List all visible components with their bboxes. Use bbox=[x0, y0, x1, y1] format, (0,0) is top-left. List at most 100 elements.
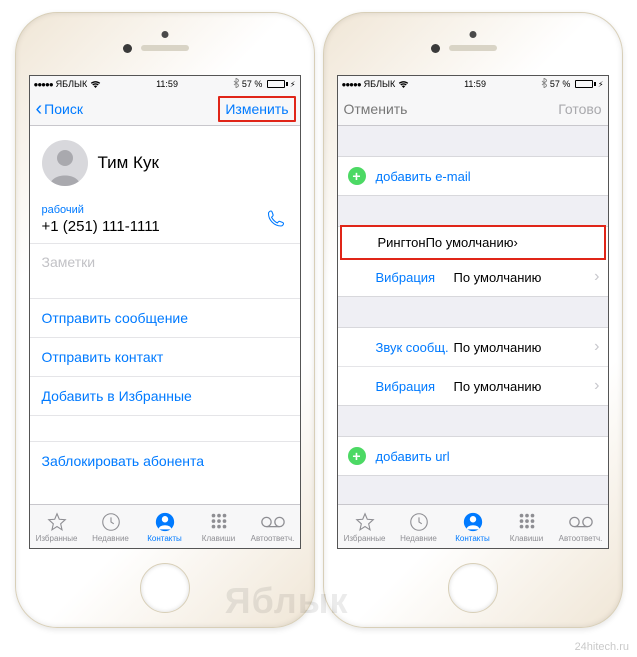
section-spacer bbox=[338, 126, 608, 156]
nav-back-button[interactable]: ‹ Поиск bbox=[36, 99, 83, 119]
tab-recents[interactable]: Недавние bbox=[392, 505, 446, 548]
home-button[interactable] bbox=[448, 563, 498, 613]
msg-vibration-label: Вибрация bbox=[376, 379, 454, 394]
battery-icon: ⚡︎ bbox=[573, 80, 603, 89]
action-add-favorite[interactable]: Добавить в Избранные bbox=[30, 377, 300, 416]
add-url-label: добавить url bbox=[376, 449, 450, 464]
nav-bar: ‹ Поиск Изменить bbox=[30, 92, 300, 126]
group-add-url: + добавить url bbox=[338, 436, 608, 476]
section-spacer bbox=[338, 297, 608, 327]
tab-label: Избранные bbox=[344, 534, 386, 543]
tab-label: Недавние bbox=[92, 534, 129, 543]
front-camera bbox=[469, 31, 476, 38]
status-bar: ●●●●● ЯБЛЫК 11:59 57 % ⚡︎ bbox=[338, 76, 608, 92]
action-share-contact[interactable]: Отправить контакт bbox=[30, 338, 300, 377]
msg-vibration-value: По умолчанию bbox=[454, 379, 595, 394]
tab-label: Недавние bbox=[400, 534, 437, 543]
speaker-grille bbox=[449, 45, 497, 51]
chevron-left-icon: ‹ bbox=[36, 99, 43, 119]
contact-name: Тим Кук bbox=[98, 153, 159, 173]
clock-icon bbox=[408, 511, 430, 533]
tab-bar: Избранные Недавние Контакты bbox=[338, 504, 608, 548]
tab-label: Контакты bbox=[455, 534, 490, 543]
phone-handset-icon[interactable] bbox=[266, 208, 286, 231]
chevron-right-icon: › bbox=[594, 338, 599, 356]
signal-dots-icon: ●●●●● bbox=[342, 80, 361, 89]
wifi-icon bbox=[398, 80, 409, 88]
tab-favorites[interactable]: Избранные bbox=[30, 505, 84, 548]
source-mark: 24hitech.ru bbox=[575, 641, 629, 653]
row-vibration[interactable]: Вибрация По умолчанию › bbox=[338, 258, 608, 296]
bluetooth-icon bbox=[541, 78, 547, 90]
notes-placeholder: Заметки bbox=[42, 254, 96, 270]
bluetooth-icon bbox=[233, 78, 239, 90]
tab-keypad[interactable]: Клавиши bbox=[500, 505, 554, 548]
carrier-name: ЯБЛЫК bbox=[364, 79, 396, 89]
tab-label: Автоответч. bbox=[251, 534, 295, 543]
nav-cancel-button[interactable]: Отменить bbox=[344, 101, 408, 117]
nav-edit-button[interactable]: Изменить bbox=[220, 101, 293, 117]
tab-label: Клавиши bbox=[202, 534, 235, 543]
chevron-right-icon: › bbox=[594, 377, 599, 395]
tab-contacts[interactable]: Контакты bbox=[138, 505, 192, 548]
keypad-icon bbox=[516, 511, 538, 533]
signal-dots-icon: ●●●●● bbox=[34, 80, 53, 89]
nav-back-label: Поиск bbox=[44, 101, 83, 117]
person-icon bbox=[154, 511, 176, 533]
star-icon bbox=[46, 511, 68, 533]
ringtone-label: Рингтон bbox=[378, 235, 426, 250]
voicemail-icon bbox=[568, 511, 594, 533]
star-icon bbox=[354, 511, 376, 533]
add-email-label: добавить e-mail bbox=[376, 169, 471, 184]
nav-edit-label: Изменить bbox=[225, 101, 288, 117]
action-block-caller[interactable]: Заблокировать абонента bbox=[30, 442, 300, 480]
person-icon bbox=[462, 511, 484, 533]
row-add-url[interactable]: + добавить url bbox=[338, 437, 608, 475]
tab-voicemail[interactable]: Автоответч. bbox=[554, 505, 608, 548]
charging-bolt-icon: ⚡︎ bbox=[598, 80, 604, 89]
nav-done-label: Готово bbox=[558, 101, 601, 117]
msg-sound-label: Звук сообщ. bbox=[376, 340, 454, 355]
msg-sound-value: По умолчанию bbox=[454, 340, 595, 355]
wifi-icon bbox=[90, 80, 101, 88]
tab-label: Избранные bbox=[36, 534, 78, 543]
edit-contact-content[interactable]: + добавить e-mail Рингтон По умолчанию ›… bbox=[338, 126, 608, 504]
plus-circle-icon: + bbox=[348, 167, 366, 185]
phone-label: рабочий bbox=[42, 204, 288, 216]
battery-icon: ⚡︎ bbox=[265, 80, 295, 89]
row-msg-vibration[interactable]: Вибрация По умолчанию › bbox=[338, 366, 608, 405]
tab-bar: Избранные Недавние Контакты bbox=[30, 504, 300, 548]
group-msg-sound: Звук сообщ. По умолчанию › Вибрация По у… bbox=[338, 327, 608, 406]
tab-keypad[interactable]: Клавиши bbox=[192, 505, 246, 548]
home-button[interactable] bbox=[140, 563, 190, 613]
tab-label: Автоответч. bbox=[559, 534, 603, 543]
screen-left: ●●●●● ЯБЛЫК 11:59 57 % ⚡︎ bbox=[29, 75, 301, 549]
contact-detail-content[interactable]: Тим Кук рабочий +1 (251) 111-1111 Заметк… bbox=[30, 126, 300, 504]
section-spacer bbox=[338, 196, 608, 226]
notes-row[interactable]: Заметки bbox=[30, 244, 300, 299]
status-time: 11:59 bbox=[464, 79, 486, 89]
front-camera bbox=[161, 31, 168, 38]
tab-recents[interactable]: Недавние bbox=[84, 505, 138, 548]
action-send-message[interactable]: Отправить сообщение bbox=[30, 299, 300, 338]
tab-label: Клавиши bbox=[510, 534, 543, 543]
row-message-sound[interactable]: Звук сообщ. По умолчанию › bbox=[338, 328, 608, 366]
tab-favorites[interactable]: Избранные bbox=[338, 505, 392, 548]
group-ringtone: Рингтон По умолчанию › Вибрация По умолч… bbox=[338, 226, 608, 297]
row-add-email[interactable]: + добавить e-mail bbox=[338, 157, 608, 195]
proximity-sensor bbox=[123, 44, 132, 53]
row-ringtone[interactable]: Рингтон По умолчанию › bbox=[340, 225, 606, 260]
chevron-right-icon: › bbox=[514, 235, 518, 250]
keypad-icon bbox=[208, 511, 230, 533]
speaker-grille bbox=[141, 45, 189, 51]
highlight-edit: Изменить bbox=[218, 96, 295, 122]
voicemail-icon bbox=[260, 511, 286, 533]
tab-voicemail[interactable]: Автоответч. bbox=[246, 505, 300, 548]
tab-contacts[interactable]: Контакты bbox=[446, 505, 500, 548]
section-spacer bbox=[338, 406, 608, 436]
phone-number: +1 (251) 111-1111 bbox=[42, 218, 288, 235]
avatar[interactable] bbox=[42, 140, 88, 186]
iphone-right: ●●●●● ЯБЛЫК 11:59 57 % ⚡︎ bbox=[323, 12, 623, 628]
phone-row[interactable]: рабочий +1 (251) 111-1111 bbox=[30, 196, 300, 244]
nav-done-button[interactable]: Готово bbox=[558, 101, 601, 117]
